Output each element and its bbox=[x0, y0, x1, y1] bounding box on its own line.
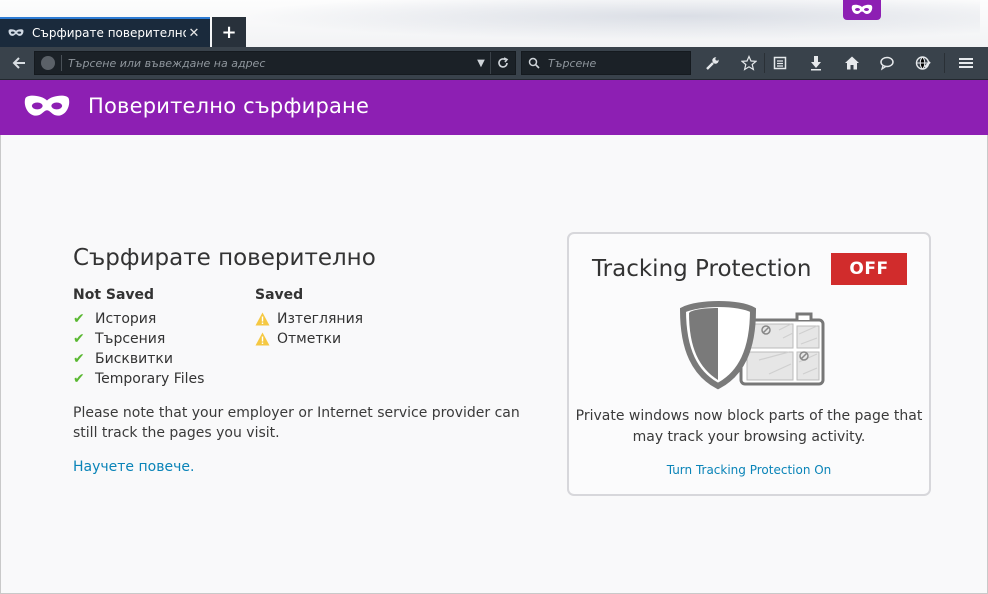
developer-tools-button[interactable] bbox=[700, 52, 726, 74]
private-mask-icon bbox=[8, 26, 24, 40]
checkmark-icon: ✔ bbox=[73, 331, 85, 347]
privacy-note: Please note that your employer or Intern… bbox=[73, 405, 520, 441]
open-menu-button[interactable] bbox=[953, 52, 979, 74]
private-mask-icon bbox=[851, 4, 873, 14]
url-input[interactable]: Търсене или въвеждане на адрес bbox=[68, 57, 472, 70]
back-button[interactable] bbox=[8, 52, 30, 74]
turn-on-tracking-protection-link[interactable]: Turn Tracking Protection On bbox=[569, 463, 929, 477]
list-item: ✔ Търсения bbox=[73, 329, 204, 349]
tab-private-browsing[interactable]: Сърфирате поверително ✕ bbox=[0, 17, 210, 47]
not-saved-item: Бисквитки bbox=[95, 351, 173, 367]
bookmarks-menu-button[interactable] bbox=[767, 52, 793, 74]
tracking-protection-toggle[interactable]: OFF bbox=[831, 253, 907, 285]
not-saved-item: Temporary Files bbox=[95, 371, 205, 387]
checkmark-icon: ✔ bbox=[73, 371, 85, 387]
list-item: Отметки bbox=[255, 329, 363, 349]
saved-item: Изтегляния bbox=[277, 311, 364, 327]
learn-more-link[interactable]: Научете повече. bbox=[73, 459, 194, 475]
reload-button[interactable] bbox=[490, 52, 515, 74]
downloads-button[interactable] bbox=[803, 52, 829, 74]
search-bar[interactable]: Търсене bbox=[521, 51, 691, 75]
private-browsing-indicator bbox=[843, 0, 881, 20]
saved-column: Saved Изтегляния Отметки bbox=[255, 287, 363, 349]
web-developer-button[interactable] bbox=[910, 52, 936, 74]
url-bar[interactable]: Търсене или въвеждане на адрес ▼ bbox=[34, 51, 516, 75]
saved-title: Saved bbox=[255, 287, 304, 303]
not-saved-column: Not Saved ✔ История ✔ Търсения ✔ Бисквитки … bbox=[73, 287, 204, 389]
site-identity-icon[interactable] bbox=[41, 56, 55, 70]
bookmark-star-button[interactable] bbox=[736, 52, 762, 74]
globe-pencil-icon bbox=[915, 56, 931, 70]
not-saved-item: Търсения bbox=[95, 331, 166, 347]
reload-icon bbox=[498, 57, 509, 68]
url-divider bbox=[61, 55, 62, 71]
warning-icon bbox=[255, 332, 277, 346]
tracking-protection-title: Tracking Protection bbox=[592, 256, 812, 282]
home-button[interactable] bbox=[839, 52, 865, 74]
hamburger-menu-icon bbox=[959, 58, 973, 68]
warning-icon bbox=[255, 312, 277, 326]
checkmark-icon: ✔ bbox=[73, 351, 85, 367]
private-heading: Сърфирате поверително bbox=[73, 245, 376, 271]
search-input[interactable]: Търсене bbox=[548, 57, 596, 70]
tracking-protection-description: Private windows now block parts of the p… bbox=[575, 408, 923, 445]
not-saved-title: Not Saved bbox=[73, 287, 155, 303]
toolbar-divider bbox=[764, 53, 765, 73]
toolbar-divider bbox=[944, 53, 945, 73]
bookmarks-list-icon bbox=[773, 56, 787, 70]
tab-close-icon[interactable]: ✕ bbox=[186, 26, 202, 41]
tracking-shield-illustration bbox=[679, 301, 825, 390]
speech-bubble-icon bbox=[880, 56, 894, 71]
star-icon bbox=[741, 55, 757, 71]
url-dropdown-icon[interactable]: ▼ bbox=[472, 58, 490, 69]
saved-item: Отметки bbox=[277, 331, 342, 347]
private-info-section: Сърфирате поверително Not Saved ✔ История… bbox=[73, 245, 533, 475]
search-icon bbox=[528, 57, 546, 69]
list-item: ✔ Бисквитки bbox=[73, 349, 204, 369]
checkmark-icon: ✔ bbox=[73, 311, 85, 327]
chat-button[interactable] bbox=[874, 52, 900, 74]
wrench-icon bbox=[706, 57, 719, 70]
navigation-toolbar: Търсене или въвеждане на адрес ▼ Търсене bbox=[0, 47, 988, 80]
list-item: ✔ Temporary Files bbox=[73, 369, 204, 389]
saved-status-columns: Not Saved ✔ История ✔ Търсения ✔ Бисквитки … bbox=[73, 287, 533, 397]
private-browsing-content: Сърфирате поверително Not Saved ✔ История… bbox=[0, 135, 988, 594]
private-mask-icon bbox=[24, 95, 70, 116]
home-icon bbox=[845, 56, 859, 70]
list-item: Изтегляния bbox=[255, 309, 363, 329]
not-saved-item: История bbox=[95, 311, 157, 327]
tracking-protection-panel: Tracking Protection OFF Private windows … bbox=[567, 232, 931, 496]
tab-title: Сърфирате поверително bbox=[32, 26, 186, 40]
list-item: ✔ История bbox=[73, 309, 204, 329]
new-tab-button[interactable]: + bbox=[212, 17, 246, 47]
page-title: Поверително сърфиране bbox=[88, 94, 370, 118]
back-arrow-icon bbox=[12, 57, 25, 69]
download-arrow-icon bbox=[811, 56, 821, 71]
private-browsing-banner: Поверително сърфиране bbox=[0, 80, 988, 135]
